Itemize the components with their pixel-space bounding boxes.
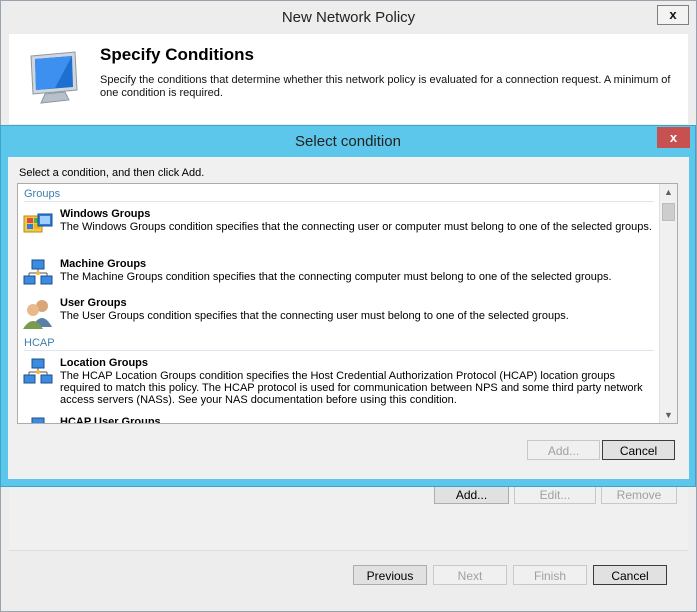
window-title: New Network Policy [1,1,696,34]
condition-name: Machine Groups [60,258,147,270]
condition-item-hcap-user-groups[interactable]: HCAP User Groups [22,416,658,424]
condition-item-machine-groups[interactable]: Machine Groups The Machine Groups condit… [22,258,658,288]
condition-description: The HCAP Location Groups condition speci… [60,370,643,406]
edit-condition-button[interactable]: Edit... [514,484,596,504]
condition-item-user-groups[interactable]: User Groups The User Groups condition sp… [22,297,658,329]
close-button[interactable]: x [657,5,689,25]
condition-description: The Machine Groups condition specifies t… [60,271,612,283]
condition-name: User Groups [60,297,127,309]
scroll-down-icon[interactable]: ▼ [660,407,677,423]
next-button[interactable]: Next [433,565,507,585]
cancel-button[interactable]: Cancel [593,565,667,585]
dialog-body: Select a condition, and then click Add. … [8,157,689,479]
group-divider [24,350,654,351]
dialog-add-button[interactable]: Add... [527,440,600,460]
hcap-user-groups-icon [31,417,45,423]
condition-description: The Windows Groups condition specifies t… [60,221,652,233]
condition-list[interactable]: Groups Windows Groups The Windows Groups… [17,183,678,424]
condition-item-windows-groups[interactable]: Windows Groups The Windows Groups condit… [22,208,658,246]
windows-groups-icon [23,213,53,233]
list-scrollbar[interactable]: ▲ ▼ [659,184,677,423]
condition-name: Location Groups [60,357,148,369]
group-divider [24,201,654,202]
condition-description: The User Groups condition specifies that… [60,310,569,322]
condition-name: HCAP User Groups [60,416,161,424]
page-title: Specify Conditions [100,45,254,64]
group-header-groups: Groups [24,188,61,200]
scroll-thumb[interactable] [662,203,675,221]
remove-condition-button[interactable]: Remove [601,484,677,504]
group-header-hcap: HCAP [24,337,55,349]
dialog-cancel-button[interactable]: Cancel [602,440,675,460]
page-description: Specify the conditions that determine wh… [100,74,671,99]
location-groups-icon [23,358,53,384]
dialog-prompt: Select a condition, and then click Add. [19,167,205,179]
user-groups-icon [23,300,52,329]
condition-name: Windows Groups [60,208,151,220]
wizard-header: Specify Conditions Specify the condition… [9,34,688,124]
select-condition-dialog: Select condition x Select a condition, a… [0,125,696,487]
machine-groups-icon [23,259,53,285]
monitor-icon [30,51,78,104]
previous-button[interactable]: Previous [353,565,427,585]
dialog-title: Select condition [295,133,401,150]
finish-button[interactable]: Finish [513,565,587,585]
scroll-up-icon[interactable]: ▲ [660,184,677,200]
add-condition-button[interactable]: Add... [434,484,509,504]
condition-item-location-groups[interactable]: Location Groups The HCAP Location Groups… [22,357,658,409]
wizard-footer: Previous Next Finish Cancel [9,550,688,607]
dialog-close-button[interactable]: x [657,127,690,148]
